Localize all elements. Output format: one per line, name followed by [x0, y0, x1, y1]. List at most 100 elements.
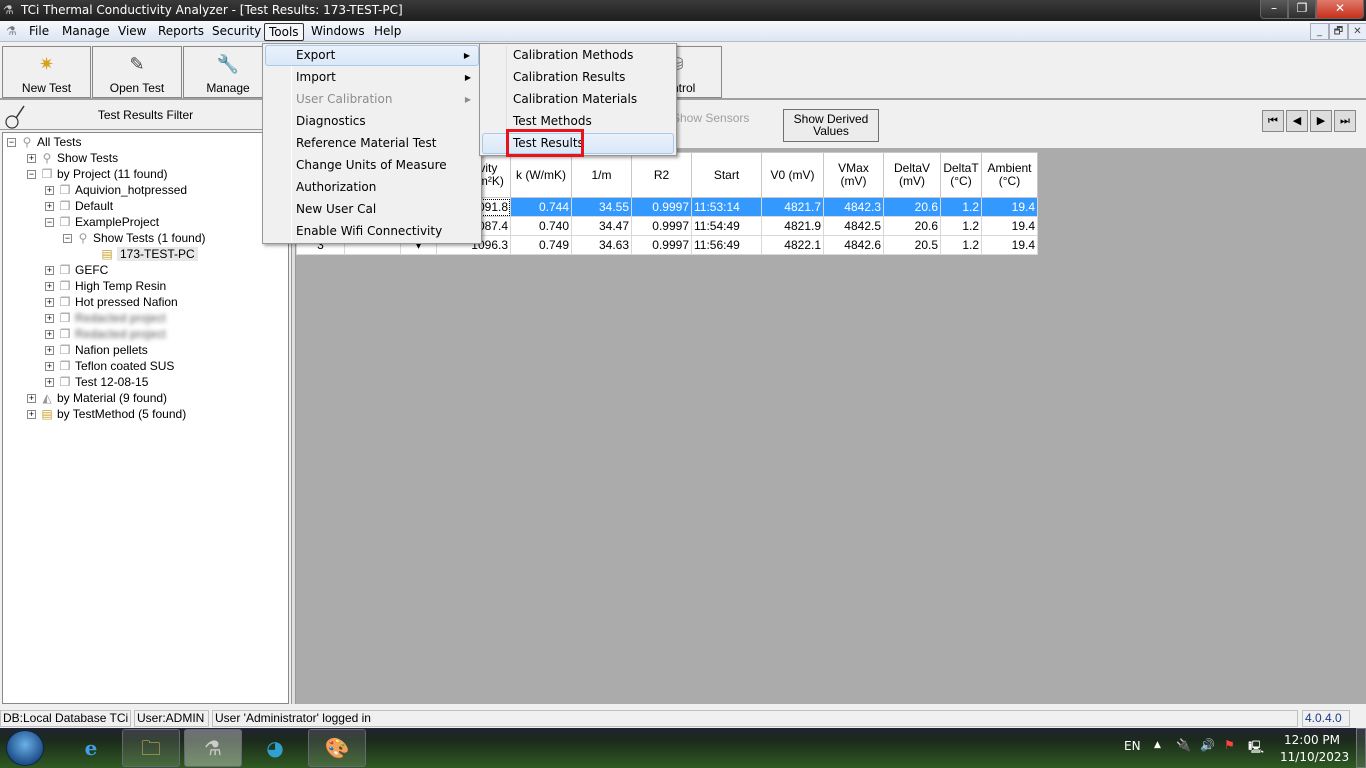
mdi-child-icon[interactable]: ⚗: [6, 24, 17, 38]
menu-item-new-user-cal[interactable]: New User Cal: [265, 199, 479, 220]
expand-icon[interactable]: +: [45, 298, 54, 308]
taskbar-paint[interactable]: 🎨: [308, 729, 366, 767]
menu-item-reference-material-test[interactable]: Reference Material Test: [265, 133, 479, 154]
expand-icon[interactable]: +: [45, 378, 54, 388]
col-header[interactable]: DeltaV (mV): [883, 152, 941, 198]
tree-node-project[interactable]: + ❒ Default: [45, 198, 113, 214]
menu-item-authorization[interactable]: Authorization: [265, 177, 479, 198]
prev-record-button[interactable]: ◀: [1286, 110, 1308, 132]
network-icon[interactable]: 🖳: [1248, 738, 1264, 759]
col-header[interactable]: R2: [631, 152, 692, 198]
mdi-close-button[interactable]: ✕: [1348, 23, 1366, 40]
menu-reports[interactable]: Reports: [154, 23, 208, 41]
volume-icon[interactable]: 🔊: [1200, 738, 1215, 752]
taskbar-tci-analyzer[interactable]: ⚗: [184, 729, 242, 767]
mdi-minimize-button[interactable]: _: [1310, 23, 1329, 40]
submenu-item-calibration-results[interactable]: Calibration Results: [482, 67, 674, 88]
col-header[interactable]: V0 (mV): [761, 152, 824, 198]
last-record-button[interactable]: ⏭: [1334, 110, 1356, 132]
new-test-button[interactable]: ✷ New Test: [2, 46, 91, 98]
taskbar-file-explorer[interactable]: 🗀: [122, 729, 180, 767]
menu-manage[interactable]: Manage: [58, 23, 114, 41]
taskbar-internet-explorer[interactable]: e: [62, 729, 120, 767]
tree-node-show-tests[interactable]: − ⚲ Show Tests (1 found): [63, 230, 206, 246]
test-results-filter-header: Test Results Filter: [0, 102, 291, 130]
col-header[interactable]: DeltaT (°C): [940, 152, 982, 198]
action-center-icon[interactable]: ⚑: [1224, 738, 1235, 752]
show-sensors-button[interactable]: Show Sensors: [672, 111, 749, 125]
tree-node-test-result[interactable]: ▤ 173-TEST-PC: [99, 246, 198, 262]
tree-node-by-project[interactable]: − ❒ by Project (11 found): [27, 166, 168, 182]
start-button[interactable]: [6, 730, 44, 766]
collapse-icon[interactable]: −: [63, 234, 72, 244]
submenu-item-calibration-materials[interactable]: Calibration Materials: [482, 89, 674, 110]
wrench-icon: 🔧: [216, 54, 240, 74]
collapse-icon[interactable]: −: [45, 218, 54, 228]
col-header[interactable]: k (W/mK): [510, 152, 572, 198]
manage-button[interactable]: 🔧 Manage: [183, 46, 273, 98]
tree-node-by-material[interactable]: + ◭ by Material (9 found): [27, 390, 167, 406]
clock-date[interactable]: 11/10/2023: [1280, 750, 1349, 764]
menu-view[interactable]: View: [114, 23, 150, 41]
filter-title: Test Results Filter: [97, 108, 194, 122]
menu-windows[interactable]: Windows: [307, 23, 369, 41]
menu-help[interactable]: Help: [370, 23, 405, 41]
open-test-button[interactable]: ✎ Open Test: [92, 46, 182, 98]
expand-icon[interactable]: +: [27, 410, 36, 420]
tree-node-project[interactable]: − ❒ ExampleProject: [45, 214, 159, 230]
clock-time[interactable]: 12:00 PM: [1284, 733, 1340, 747]
open-test-icon: ✎: [129, 54, 145, 74]
menu-item-import[interactable]: Import ▶: [265, 67, 479, 88]
restore-button[interactable]: ❐: [1288, 0, 1316, 19]
expand-icon[interactable]: +: [45, 362, 54, 372]
language-indicator[interactable]: EN: [1124, 739, 1141, 753]
show-derived-values-button[interactable]: Show Derived Values: [783, 109, 879, 142]
col-header[interactable]: Ambient (°C): [981, 152, 1038, 198]
col-header[interactable]: VMax (mV): [823, 152, 884, 198]
tree-node-project[interactable]: + ❒ Test 12-08-15: [45, 374, 148, 390]
menu-item-change-units[interactable]: Change Units of Measure: [265, 155, 479, 176]
expand-icon[interactable]: +: [45, 314, 54, 324]
expand-icon[interactable]: +: [45, 330, 54, 340]
col-header[interactable]: Start: [691, 152, 762, 198]
next-record-button[interactable]: ▶: [1310, 110, 1332, 132]
expand-icon[interactable]: +: [27, 394, 36, 404]
menu-tools[interactable]: Tools: [264, 23, 304, 41]
minimize-button[interactable]: –: [1260, 0, 1288, 19]
menu-item-diagnostics[interactable]: Diagnostics: [265, 111, 479, 132]
submenu-item-calibration-methods[interactable]: Calibration Methods: [482, 45, 674, 66]
collapse-icon[interactable]: −: [27, 170, 36, 180]
menu-file[interactable]: File: [25, 23, 53, 41]
expand-icon[interactable]: +: [45, 202, 54, 212]
power-icon[interactable]: 🔌: [1176, 738, 1191, 752]
mdi-restore-button[interactable]: 🗗: [1329, 23, 1348, 40]
tree-node-by-test-method[interactable]: + ▤ by TestMethod (5 found): [27, 406, 186, 422]
expand-icon[interactable]: +: [45, 186, 54, 196]
expand-icon[interactable]: +: [45, 266, 54, 276]
tree-node-project[interactable]: + ❒ Aquivion_hotpressed: [45, 182, 187, 198]
first-record-button[interactable]: ⏮: [1262, 110, 1284, 132]
tree-node-project[interactable]: + ❒ GEFC: [45, 262, 108, 278]
tree-node-project[interactable]: + ❒ High Temp Resin: [45, 278, 166, 294]
expand-icon[interactable]: +: [45, 282, 54, 292]
col-header[interactable]: 1/m: [571, 152, 632, 198]
tree-node-project[interactable]: + ❒ Redacted project: [45, 310, 166, 326]
material-icon: ◭: [42, 391, 52, 405]
tree-node-project[interactable]: + ❒ Redacted project: [45, 326, 166, 342]
show-desktop-button[interactable]: [1356, 728, 1366, 768]
menu-item-export[interactable]: Export ▶: [265, 45, 479, 66]
menu-item-enable-wifi[interactable]: Enable Wifi Connectivity: [265, 221, 479, 242]
tree-node-project[interactable]: + ❒ Teflon coated SUS: [45, 358, 174, 374]
tree-node-all-tests[interactable]: − ⚲ All Tests: [7, 134, 81, 150]
expand-icon[interactable]: +: [45, 346, 54, 356]
menu-security[interactable]: Security: [208, 23, 265, 41]
close-button[interactable]: ✕: [1316, 0, 1364, 19]
collapse-icon[interactable]: −: [7, 138, 16, 148]
show-hidden-icons[interactable]: ▲: [1154, 740, 1161, 750]
tree-node-project[interactable]: + ❒ Hot pressed Nafion: [45, 294, 178, 310]
tree-node-show-tests[interactable]: + ⚲ Show Tests: [27, 150, 118, 166]
expand-icon[interactable]: +: [27, 154, 36, 164]
tree-node-project[interactable]: + ❒ Nafion pellets: [45, 342, 148, 358]
project-icon: ❒: [59, 279, 71, 293]
taskbar-edge[interactable]: ◕: [246, 729, 304, 767]
